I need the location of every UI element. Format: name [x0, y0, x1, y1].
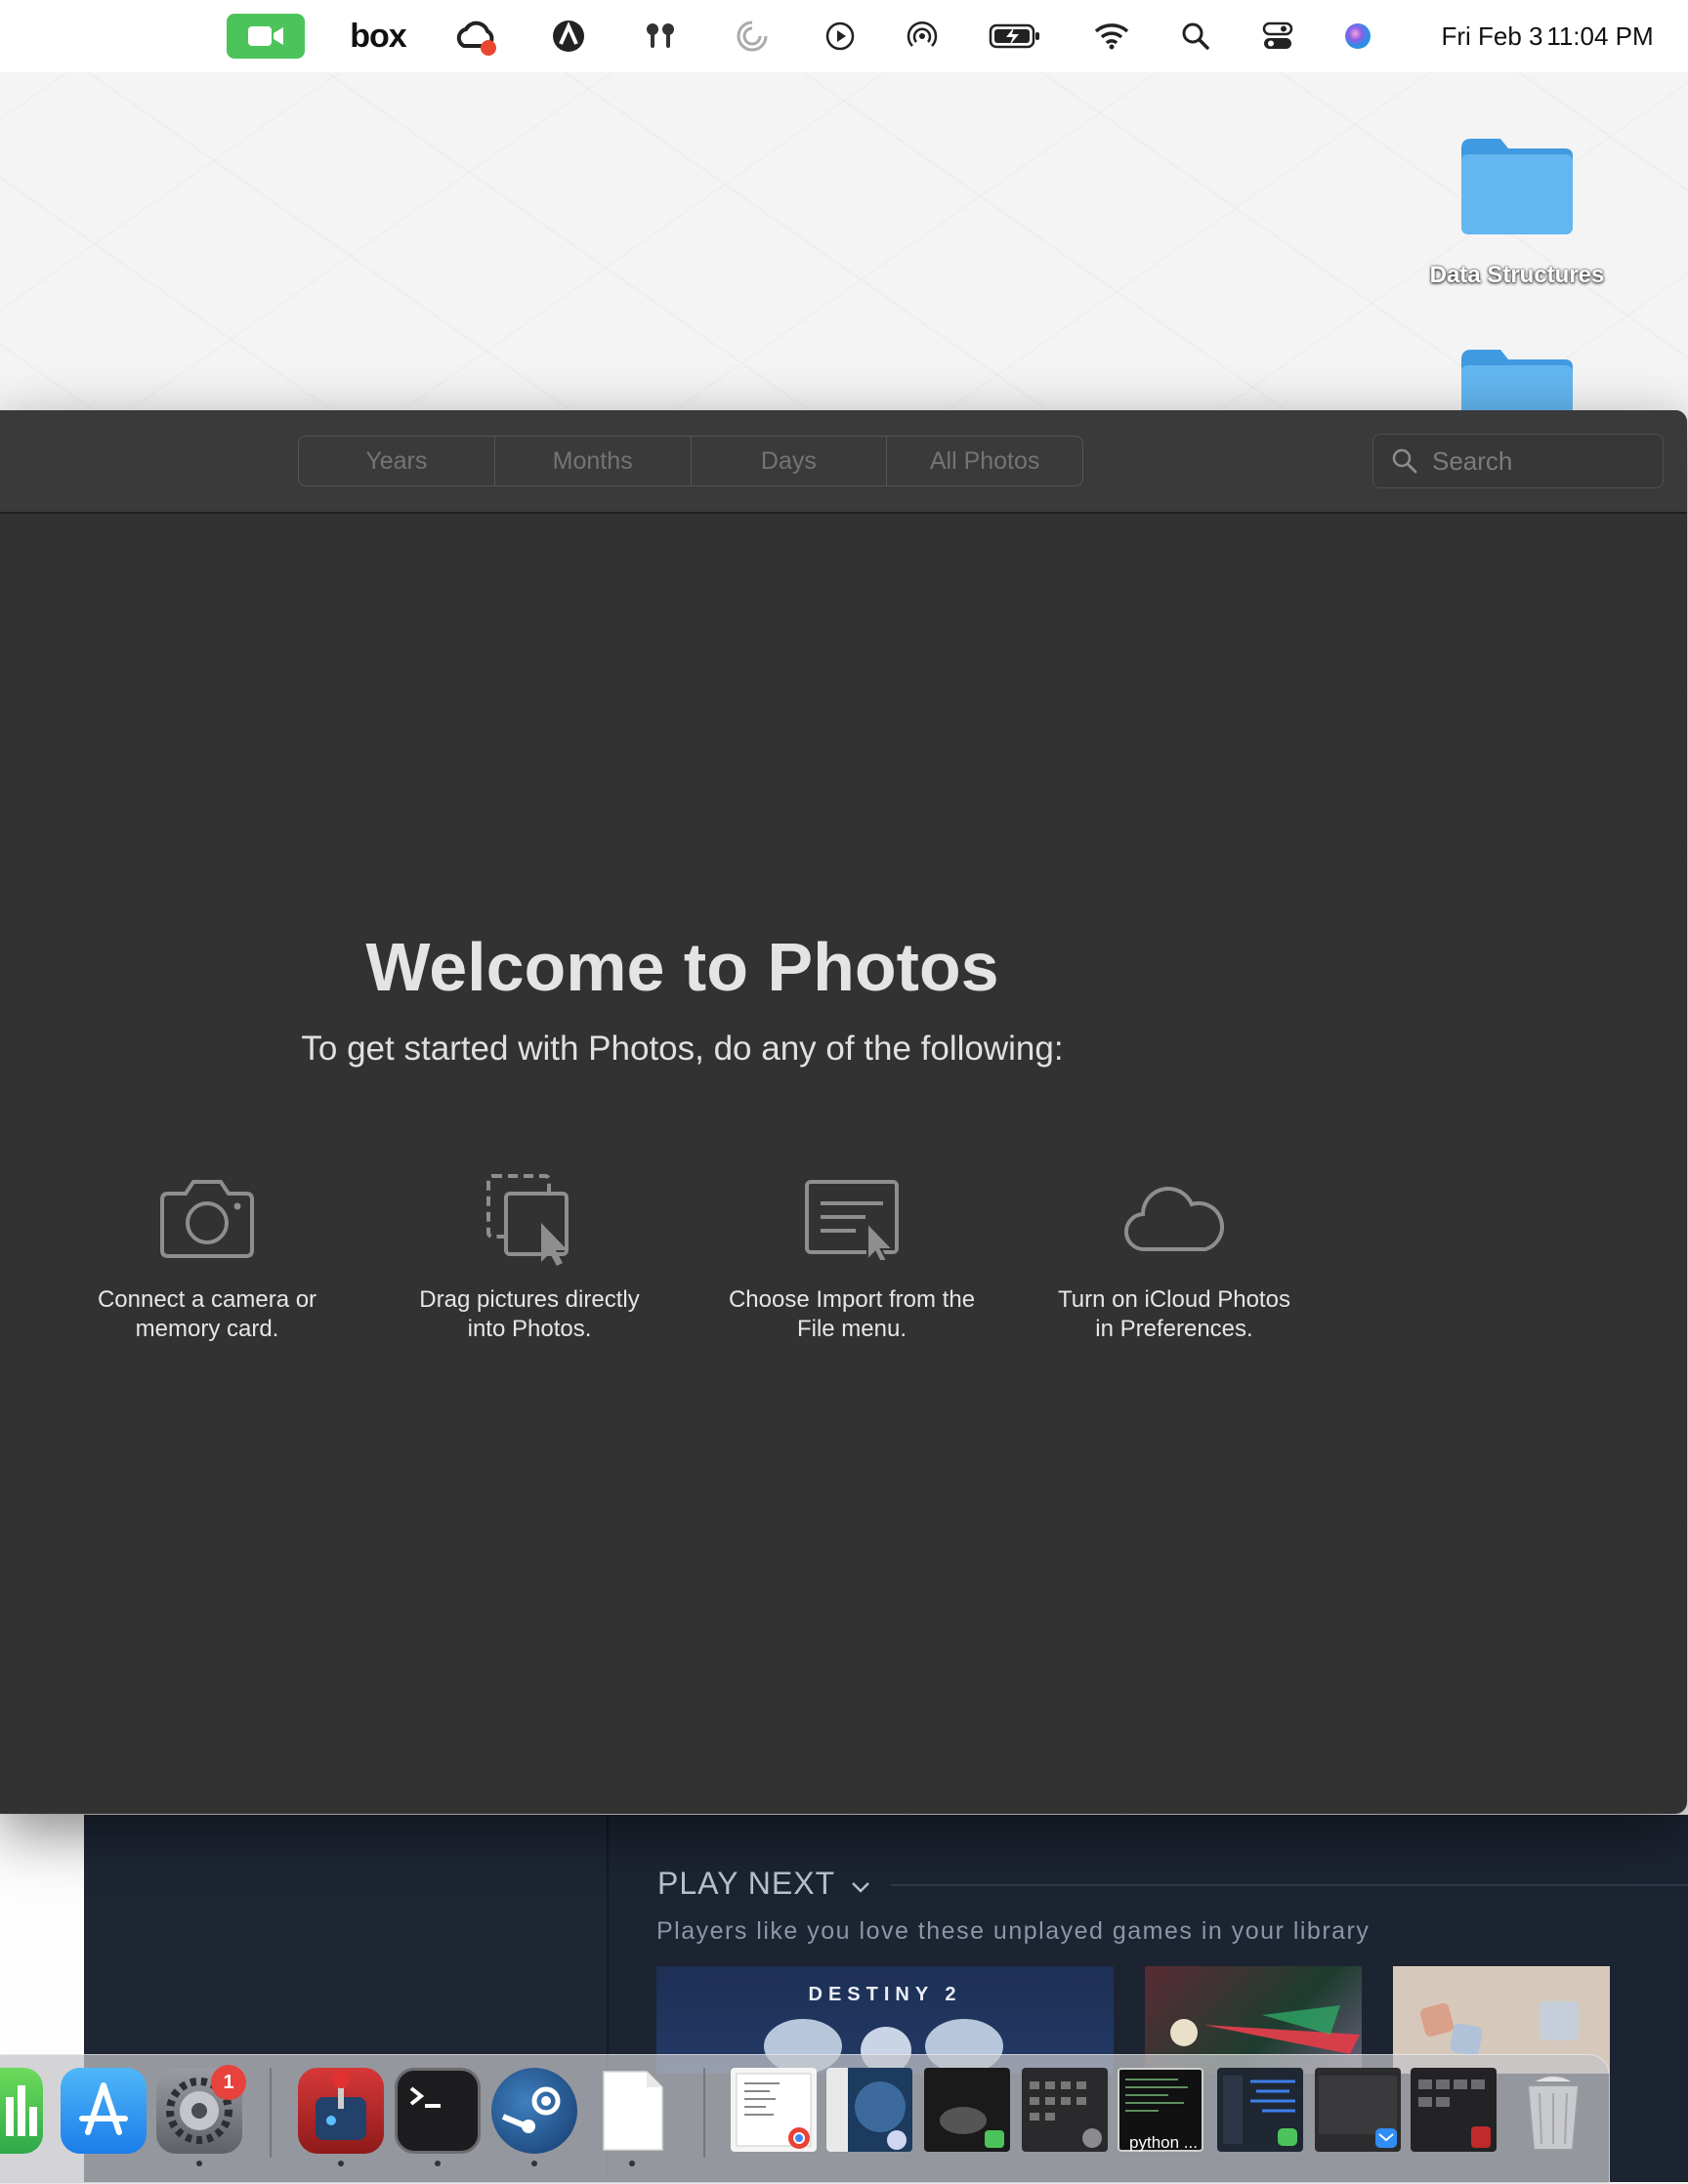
spotlight-icon[interactable]	[1178, 0, 1213, 72]
search-icon	[1392, 448, 1417, 474]
option-text: Connect a camera or memory card.	[97, 1286, 317, 1342]
play-icon[interactable]	[821, 0, 860, 72]
window-thumb-facetime[interactable]	[924, 2068, 1010, 2152]
window-thumb-chrome[interactable]	[731, 2068, 817, 2152]
option-connect-camera: Connect a camera or memory card.	[61, 1170, 354, 1344]
notification-badge: 1	[211, 2065, 246, 2100]
document-icon[interactable]	[590, 2068, 676, 2154]
camera-icon	[160, 1180, 254, 1258]
folder-icon	[1461, 350, 1573, 410]
box-label: box	[350, 17, 406, 55]
window-thumb-steam[interactable]	[1411, 2068, 1497, 2152]
airdrop-icon[interactable]	[903, 0, 942, 72]
chevron-down-icon	[852, 1882, 870, 1893]
joystick-app-icon[interactable]	[298, 2068, 384, 2154]
option-text: Turn on iCloud Photos in Preferences.	[1058, 1286, 1290, 1342]
welcome-subtitle: To get started with Photos, do any of th…	[301, 1029, 1064, 1068]
box-icon[interactable]: box	[344, 0, 412, 72]
moon-icon[interactable]	[733, 0, 772, 72]
menu-bar: box Fri Feb 3 11:04 PM	[0, 0, 1688, 72]
window-thumb-settings[interactable]	[1022, 2068, 1108, 2152]
wifi-icon[interactable]	[1092, 0, 1131, 72]
segment-all-photos[interactable]: All Photos	[887, 437, 1082, 485]
photos-window: Years Months Days All Photos Welcome to …	[0, 410, 1687, 1814]
astro-icon[interactable]	[549, 0, 588, 72]
battery-icon[interactable]	[987, 0, 1043, 72]
folder-icon	[1461, 139, 1573, 234]
siri-icon[interactable]	[1340, 0, 1375, 72]
welcome-title: Welcome to Photos	[365, 929, 999, 1005]
play-next-subtitle: Players like you love these unplayed gam…	[656, 1917, 1371, 1945]
terminal-icon[interactable]	[395, 2068, 481, 2154]
option-icloud-photos: Turn on iCloud Photos in Preferences.	[1028, 1170, 1321, 1344]
steam-icon[interactable]	[491, 2068, 577, 2154]
option-drag-pictures: Drag pictures directly into Photos.	[383, 1170, 676, 1344]
window-thumb-label: python ...	[1129, 2133, 1198, 2152]
window-thumb-preview[interactable]	[826, 2068, 912, 2152]
window-thumb-mail[interactable]	[1315, 2068, 1401, 2152]
running-indicator	[531, 2161, 537, 2166]
airpods-icon[interactable]	[641, 0, 680, 72]
segment-years[interactable]: Years	[299, 437, 495, 485]
folder-second[interactable]	[1457, 346, 1577, 410]
search-field[interactable]	[1372, 434, 1664, 488]
dock-separator	[703, 2068, 705, 2158]
view-segmented-control: Years Months Days All Photos	[298, 436, 1083, 486]
running-indicator	[338, 2161, 344, 2166]
drag-icon	[486, 1174, 569, 1266]
divider	[891, 1884, 1688, 1886]
segment-days[interactable]: Days	[692, 437, 888, 485]
folder-label: Data Structures	[1429, 262, 1605, 288]
app-store-icon[interactable]	[61, 2068, 147, 2154]
numbers-icon[interactable]	[0, 2068, 43, 2154]
folder-data-structures[interactable]	[1457, 135, 1577, 241]
dock-separator	[270, 2068, 272, 2158]
trash-icon[interactable]	[1510, 2068, 1596, 2154]
photos-toolbar: Years Months Days All Photos	[0, 410, 1687, 514]
play-next-label: PLAY NEXT	[657, 1866, 835, 1901]
creative-cloud-icon[interactable]	[451, 0, 500, 72]
menubar-time[interactable]: 11:04 PM	[1541, 0, 1659, 72]
option-text: Drag pictures directly into Photos.	[419, 1286, 640, 1342]
option-text: Choose Import from the File menu.	[728, 1286, 976, 1342]
window-thumb-messages[interactable]	[1217, 2068, 1303, 2152]
search-input[interactable]	[1430, 444, 1649, 478]
running-indicator	[629, 2161, 635, 2166]
facetime-icon[interactable]	[227, 0, 305, 72]
segment-months[interactable]: Months	[495, 437, 692, 485]
running-indicator	[196, 2161, 202, 2166]
play-next-heading[interactable]: PLAY NEXT	[657, 1866, 871, 1902]
import-icon	[805, 1180, 899, 1260]
control-center-icon[interactable]	[1260, 0, 1295, 72]
cloud-icon	[1123, 1187, 1225, 1252]
option-import-file-menu: Choose Import from the File menu.	[705, 1170, 998, 1344]
running-indicator	[435, 2161, 441, 2166]
